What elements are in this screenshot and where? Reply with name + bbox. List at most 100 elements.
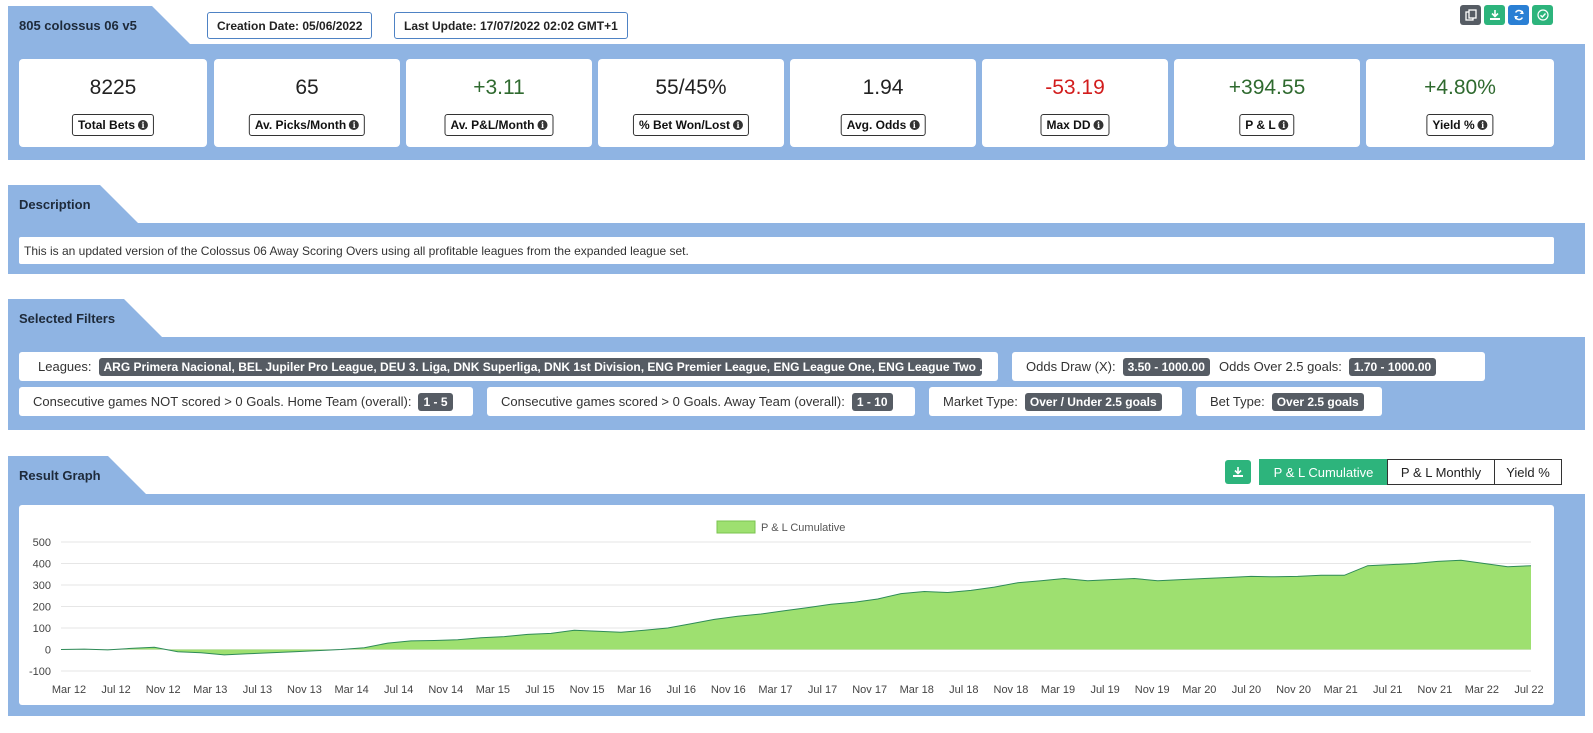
stat-card: 55/45% % Bet Won/Lost i [598, 59, 784, 147]
x-tick-label: Jul 20 [1232, 684, 1261, 696]
info-icon[interactable]: i [733, 120, 744, 130]
stat-label[interactable]: % Bet Won/Lost i [632, 114, 750, 136]
x-tick-label: Jul 13 [243, 684, 272, 696]
x-tick-label: Mar 13 [193, 684, 227, 696]
description-tab: Description [8, 185, 138, 223]
filter-away-scored-label: Consecutive games scored > 0 Goals. Away… [501, 394, 845, 409]
filter-odds-draw-label: Odds Draw (X): [1026, 359, 1116, 374]
description-box: This is an updated version of the Coloss… [19, 237, 1554, 264]
filter-away-scored: Consecutive games scored > 0 Goals. Away… [487, 387, 915, 416]
creation-date: Creation Date: 05/06/2022 [207, 12, 373, 39]
strategy-title-tab: 805 colossus 06 v5 [8, 6, 190, 44]
graph-download-button[interactable] [1225, 460, 1251, 484]
download-icon [1233, 467, 1243, 477]
filters-title: Selected Filters [19, 310, 116, 326]
tab-pl-monthly[interactable]: P & L Monthly [1387, 459, 1495, 485]
filter-odds: Odds Draw (X): 3.50 - 1000.00 Odds Over … [1012, 352, 1485, 381]
stat-label[interactable]: Max DD i [1040, 114, 1110, 136]
stat-label-text: Av. P&L/Month [450, 118, 535, 132]
last-update: Last Update: 17/07/2022 02:02 GMT+1 [394, 12, 628, 39]
filter-away-scored-value: 1 - 10 [851, 392, 893, 411]
x-tick-label: Mar 14 [334, 684, 368, 696]
stat-value: 1.94 [862, 76, 904, 99]
filter-bet-value: Over 2.5 goals [1271, 392, 1364, 411]
filter-home-not-scored-value: 1 - 5 [418, 392, 453, 411]
x-tick-label: Mar 21 [1323, 684, 1357, 696]
x-tick-label: Mar 19 [1041, 684, 1075, 696]
stat-label[interactable]: Yield % i [1426, 114, 1494, 136]
info-icon[interactable]: i [1093, 120, 1104, 130]
stat-value: +4.80% [1424, 76, 1496, 99]
x-tick-label: Nov 13 [287, 684, 322, 696]
x-tick-label: Jul 22 [1514, 684, 1543, 696]
x-tick-label: Nov 12 [146, 684, 181, 696]
x-tick-label: Jul 21 [1373, 684, 1402, 696]
x-tick-label: Nov 20 [1276, 684, 1311, 696]
filter-odds-draw-value: 3.50 - 1000.00 [1122, 357, 1210, 376]
stat-card: +394.55 P & Li [1174, 59, 1360, 147]
info-icon[interactable]: i [1278, 120, 1289, 130]
x-tick-label: Jul 14 [384, 684, 413, 696]
stat-value: +3.11 [473, 76, 525, 99]
y-tick-label: 100 [33, 623, 51, 635]
pl-cumulative-chart: -100 0 100 200 300 400 500 Mar 12 Jul 12 Nov 12 Ma… [29, 520, 1544, 696]
stat-card: 8225 Total Bets i [19, 59, 207, 147]
filter-leagues-value: ARG Primera Nacional, BEL Jupiler Pro Le… [98, 357, 982, 376]
filter-leagues-label: Leagues: [38, 359, 92, 374]
x-tick-label: Mar 22 [1465, 684, 1499, 696]
y-tick-label: 500 [33, 537, 51, 549]
filter-market-label: Market Type: [943, 394, 1018, 409]
stat-label[interactable]: Avg. Odds i [840, 114, 926, 136]
stat-label-text: Yield % [1432, 118, 1475, 132]
y-tick-label: -100 [29, 666, 51, 678]
stat-label-text: Avg. Odds [846, 118, 907, 132]
result-graph-tab: Result Graph [8, 456, 146, 494]
stat-label-text: Av. Picks/Month [254, 118, 347, 132]
filters-band [8, 337, 1585, 430]
x-tick-label: Mar 12 [52, 684, 86, 696]
info-icon[interactable]: i [138, 120, 149, 130]
filter-market-type: Market Type: Over / Under 2.5 goals [929, 387, 1182, 416]
filters-tab: Selected Filters [8, 299, 162, 337]
info-icon[interactable]: i [909, 120, 920, 130]
stat-label-text: Total Bets [77, 118, 136, 132]
filter-market-value: Over / Under 2.5 goals [1024, 392, 1162, 411]
info-icon[interactable]: i [537, 120, 548, 130]
description-title: Description [19, 196, 91, 212]
x-tick-label: Mar 18 [900, 684, 934, 696]
info-icon[interactable]: i [349, 120, 360, 130]
x-tick-label: Nov 18 [994, 684, 1029, 696]
stat-label[interactable]: Total Bets i [71, 114, 155, 136]
stat-card: +4.80% Yield % i [1366, 59, 1554, 147]
tab-yield-label: Yield % [1506, 464, 1550, 480]
x-tick-label: Mar 15 [476, 684, 510, 696]
download-icon [1489, 10, 1500, 20]
copy-button[interactable] [1460, 5, 1481, 25]
refresh-icon [1513, 9, 1524, 21]
filter-bet-type: Bet Type: Over 2.5 goals [1196, 387, 1382, 416]
legend-swatch [716, 520, 756, 534]
stat-label-text: % Bet Won/Lost [638, 118, 731, 132]
stat-value: 55/45% [655, 76, 727, 99]
tab-yield[interactable]: Yield % [1494, 459, 1562, 485]
creation-date-text: Creation Date: 05/06/2022 [217, 18, 363, 33]
stat-card: -53.19 Max DD i [982, 59, 1168, 147]
info-icon[interactable]: i [1477, 120, 1488, 130]
x-tick-label: Jul 15 [525, 684, 554, 696]
x-tick-label: Jul 19 [1090, 684, 1119, 696]
stat-label[interactable]: P & Li [1239, 114, 1295, 136]
refresh-button[interactable] [1508, 5, 1529, 25]
download-button[interactable] [1484, 5, 1505, 25]
tab-pl-cumulative[interactable]: P & L Cumulative [1259, 459, 1388, 485]
stat-label[interactable]: Av. Picks/Month i [248, 114, 366, 136]
legend-label: P & L Cumulative [761, 522, 845, 534]
filter-odds-over-value: 1.70 - 1000.00 [1348, 357, 1437, 376]
x-tick-label: Jul 17 [808, 684, 837, 696]
description-text: This is an updated version of the Coloss… [24, 243, 689, 258]
stat-label[interactable]: Av. P&L/Month i [444, 114, 554, 136]
graph-container: -100 0 100 200 300 400 500 Mar 12 Jul 12 Nov 12 Ma… [19, 505, 1554, 705]
save-button[interactable] [1532, 5, 1553, 25]
tab-pl-cumulative-label: P & L Cumulative [1273, 464, 1374, 480]
save-check-icon [1536, 9, 1549, 21]
x-tick-label: Mar 17 [758, 684, 792, 696]
